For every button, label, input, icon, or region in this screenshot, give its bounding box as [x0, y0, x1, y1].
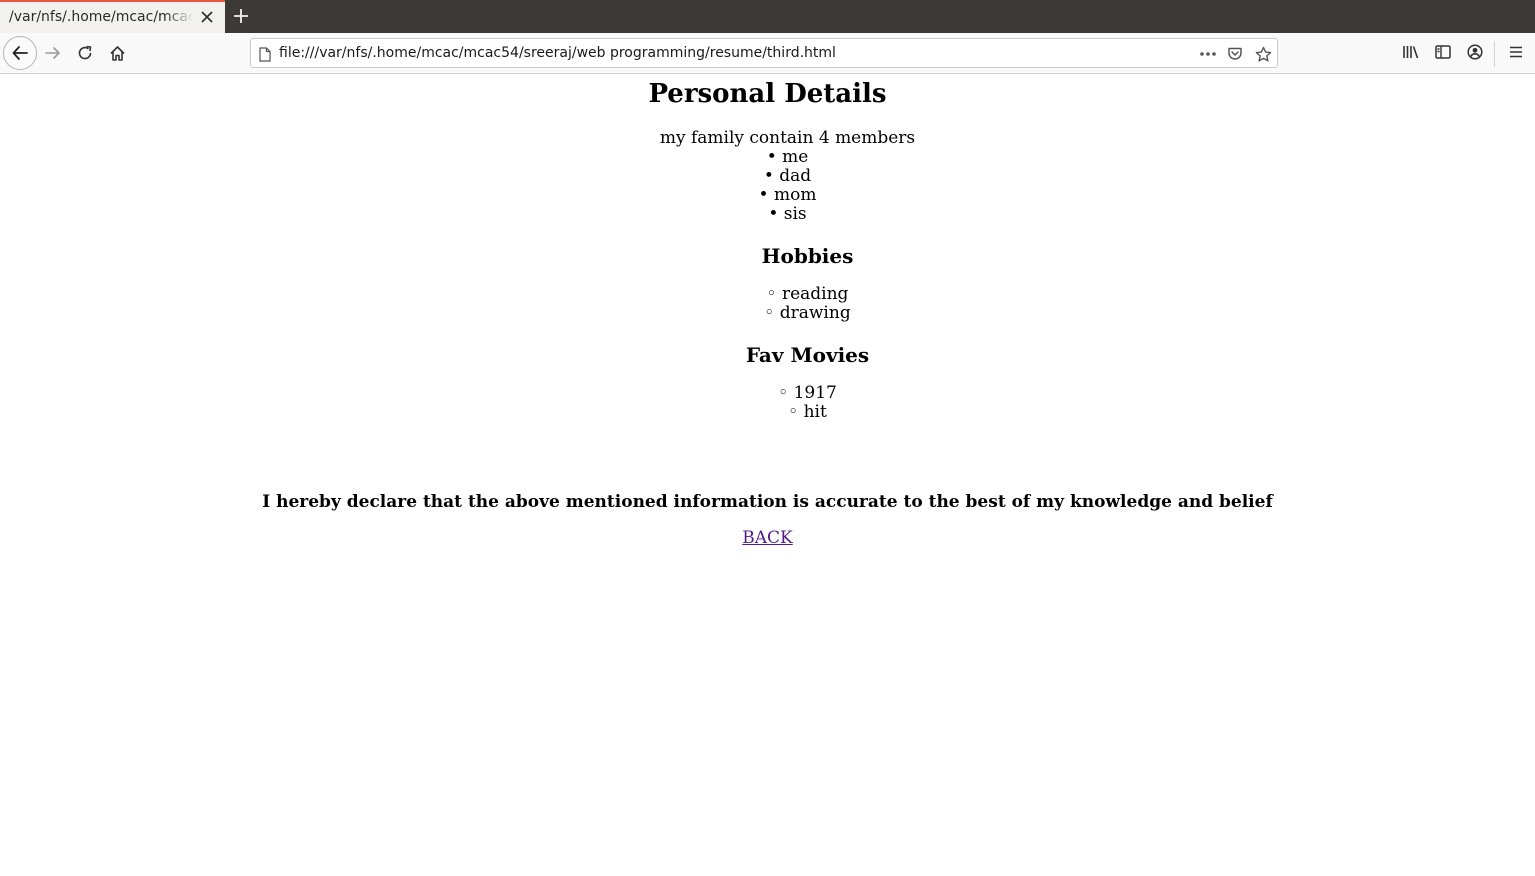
url-bar[interactable]: file:///var/nfs/.home/mcac/mcac54/sreera…: [250, 38, 1278, 68]
reload-icon: [78, 45, 92, 60]
home-button[interactable]: [101, 37, 133, 69]
hobbies-heading: Hobbies: [761, 244, 854, 268]
plus-icon: [234, 9, 248, 23]
hobbies-list: reading drawing: [40, 285, 1535, 323]
account-button[interactable]: [1464, 41, 1486, 63]
page-actions-button[interactable]: [1197, 43, 1219, 65]
pocket-button[interactable]: [1224, 43, 1246, 65]
list-item: hit: [40, 403, 1535, 422]
tab-strip: /var/nfs/.home/mcac/mcac54/sreeraj/web p…: [0, 0, 1535, 33]
account-icon: [1467, 44, 1483, 60]
list-item: sis: [0, 205, 1535, 224]
back-link[interactable]: BACK: [742, 528, 792, 548]
list-item: mom: [0, 186, 1535, 205]
page-title: Personal Details: [648, 79, 887, 109]
active-tab[interactable]: /var/nfs/.home/mcac/mcac54/sreeraj/web p…: [0, 0, 225, 33]
tab-title[interactable]: /var/nfs/.home/mcac/mcac54/sreeraj/web p…: [9, 9, 193, 25]
page-content: Personal Details my family contain 4 mem…: [0, 74, 1535, 876]
list-item: drawing: [40, 304, 1535, 323]
back-button[interactable]: [3, 36, 37, 70]
list-item: dad: [0, 167, 1535, 186]
menu-button[interactable]: [1505, 41, 1527, 63]
close-icon[interactable]: [198, 8, 216, 26]
page-icon: [258, 46, 272, 62]
new-tab-button[interactable]: [229, 4, 253, 28]
list-item: reading: [40, 285, 1535, 304]
navigation-toolbar: file:///var/nfs/.home/mcac/mcac54/sreera…: [0, 33, 1535, 74]
list-item: 1917: [40, 384, 1535, 403]
pocket-icon: [1228, 47, 1242, 60]
url-text[interactable]: file:///var/nfs/.home/mcac/mcac54/sreera…: [279, 45, 836, 61]
toolbar-divider: [1494, 41, 1495, 67]
library-icon: [1403, 46, 1419, 59]
bookmark-star-button[interactable]: [1252, 43, 1274, 65]
reload-button[interactable]: [69, 37, 101, 69]
home-icon: [109, 45, 125, 61]
family-list: me dad mom sis: [0, 148, 1535, 224]
family-section: my family contain 4 members me dad mom s…: [0, 129, 1535, 224]
forward-button[interactable]: [37, 37, 69, 69]
star-icon: [1255, 46, 1271, 62]
declaration-text: I hereby declare that the above mentione…: [262, 492, 1273, 512]
hamburger-menu-icon: [1510, 46, 1522, 58]
arrow-right-icon: [45, 47, 60, 59]
back-link-container: BACK: [0, 528, 1535, 548]
more-horizontal-icon: [1200, 52, 1216, 56]
family-intro: my family contain 4 members: [659, 128, 916, 148]
arrow-left-icon: [12, 46, 28, 60]
list-item: me: [0, 148, 1535, 167]
sidebar-button[interactable]: [1432, 41, 1454, 63]
library-button[interactable]: [1400, 41, 1422, 63]
movies-heading: Fav Movies: [745, 343, 870, 367]
movies-list: 1917 hit: [40, 384, 1535, 422]
sidebar-icon: [1435, 45, 1451, 59]
